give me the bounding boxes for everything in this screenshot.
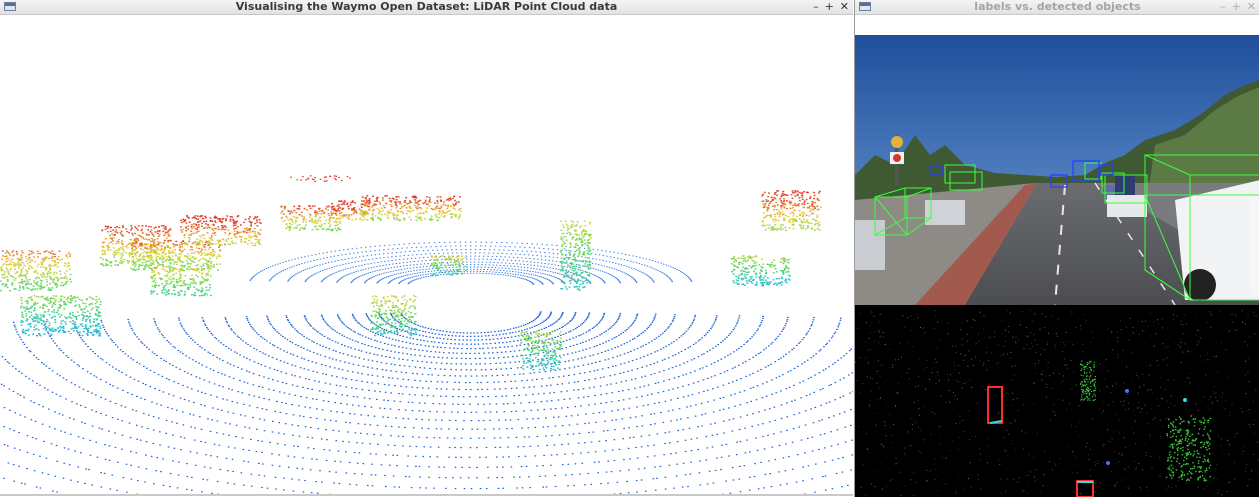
labels-window-titlebar[interactable]: labels vs. detected objects – + ✕: [855, 0, 1259, 15]
window-title: Visualising the Waymo Open Dataset: LiDA…: [235, 0, 618, 13]
labels-vs-detections-window: labels vs. detected objects – + ✕: [854, 0, 1259, 497]
maximize-icon[interactable]: +: [1232, 0, 1241, 14]
point-cloud-canvas[interactable]: [0, 15, 853, 495]
minimize-icon[interactable]: –: [1220, 0, 1226, 14]
lidar-viewer-window: Visualising the Waymo Open Dataset: LiDA…: [0, 0, 853, 497]
window-bottom-border: [0, 494, 853, 496]
close-icon[interactable]: ✕: [840, 0, 849, 14]
close-icon[interactable]: ✕: [1247, 0, 1256, 14]
camera-image: [855, 35, 1259, 306]
labels-canvas: [855, 15, 1259, 497]
minimize-icon[interactable]: –: [813, 0, 819, 14]
lidar-viewer-titlebar[interactable]: Visualising the Waymo Open Dataset: LiDA…: [0, 0, 853, 15]
window-title: labels vs. detected objects: [974, 0, 1141, 13]
maximize-icon[interactable]: +: [825, 0, 834, 14]
bev-panel: [855, 305, 1259, 497]
